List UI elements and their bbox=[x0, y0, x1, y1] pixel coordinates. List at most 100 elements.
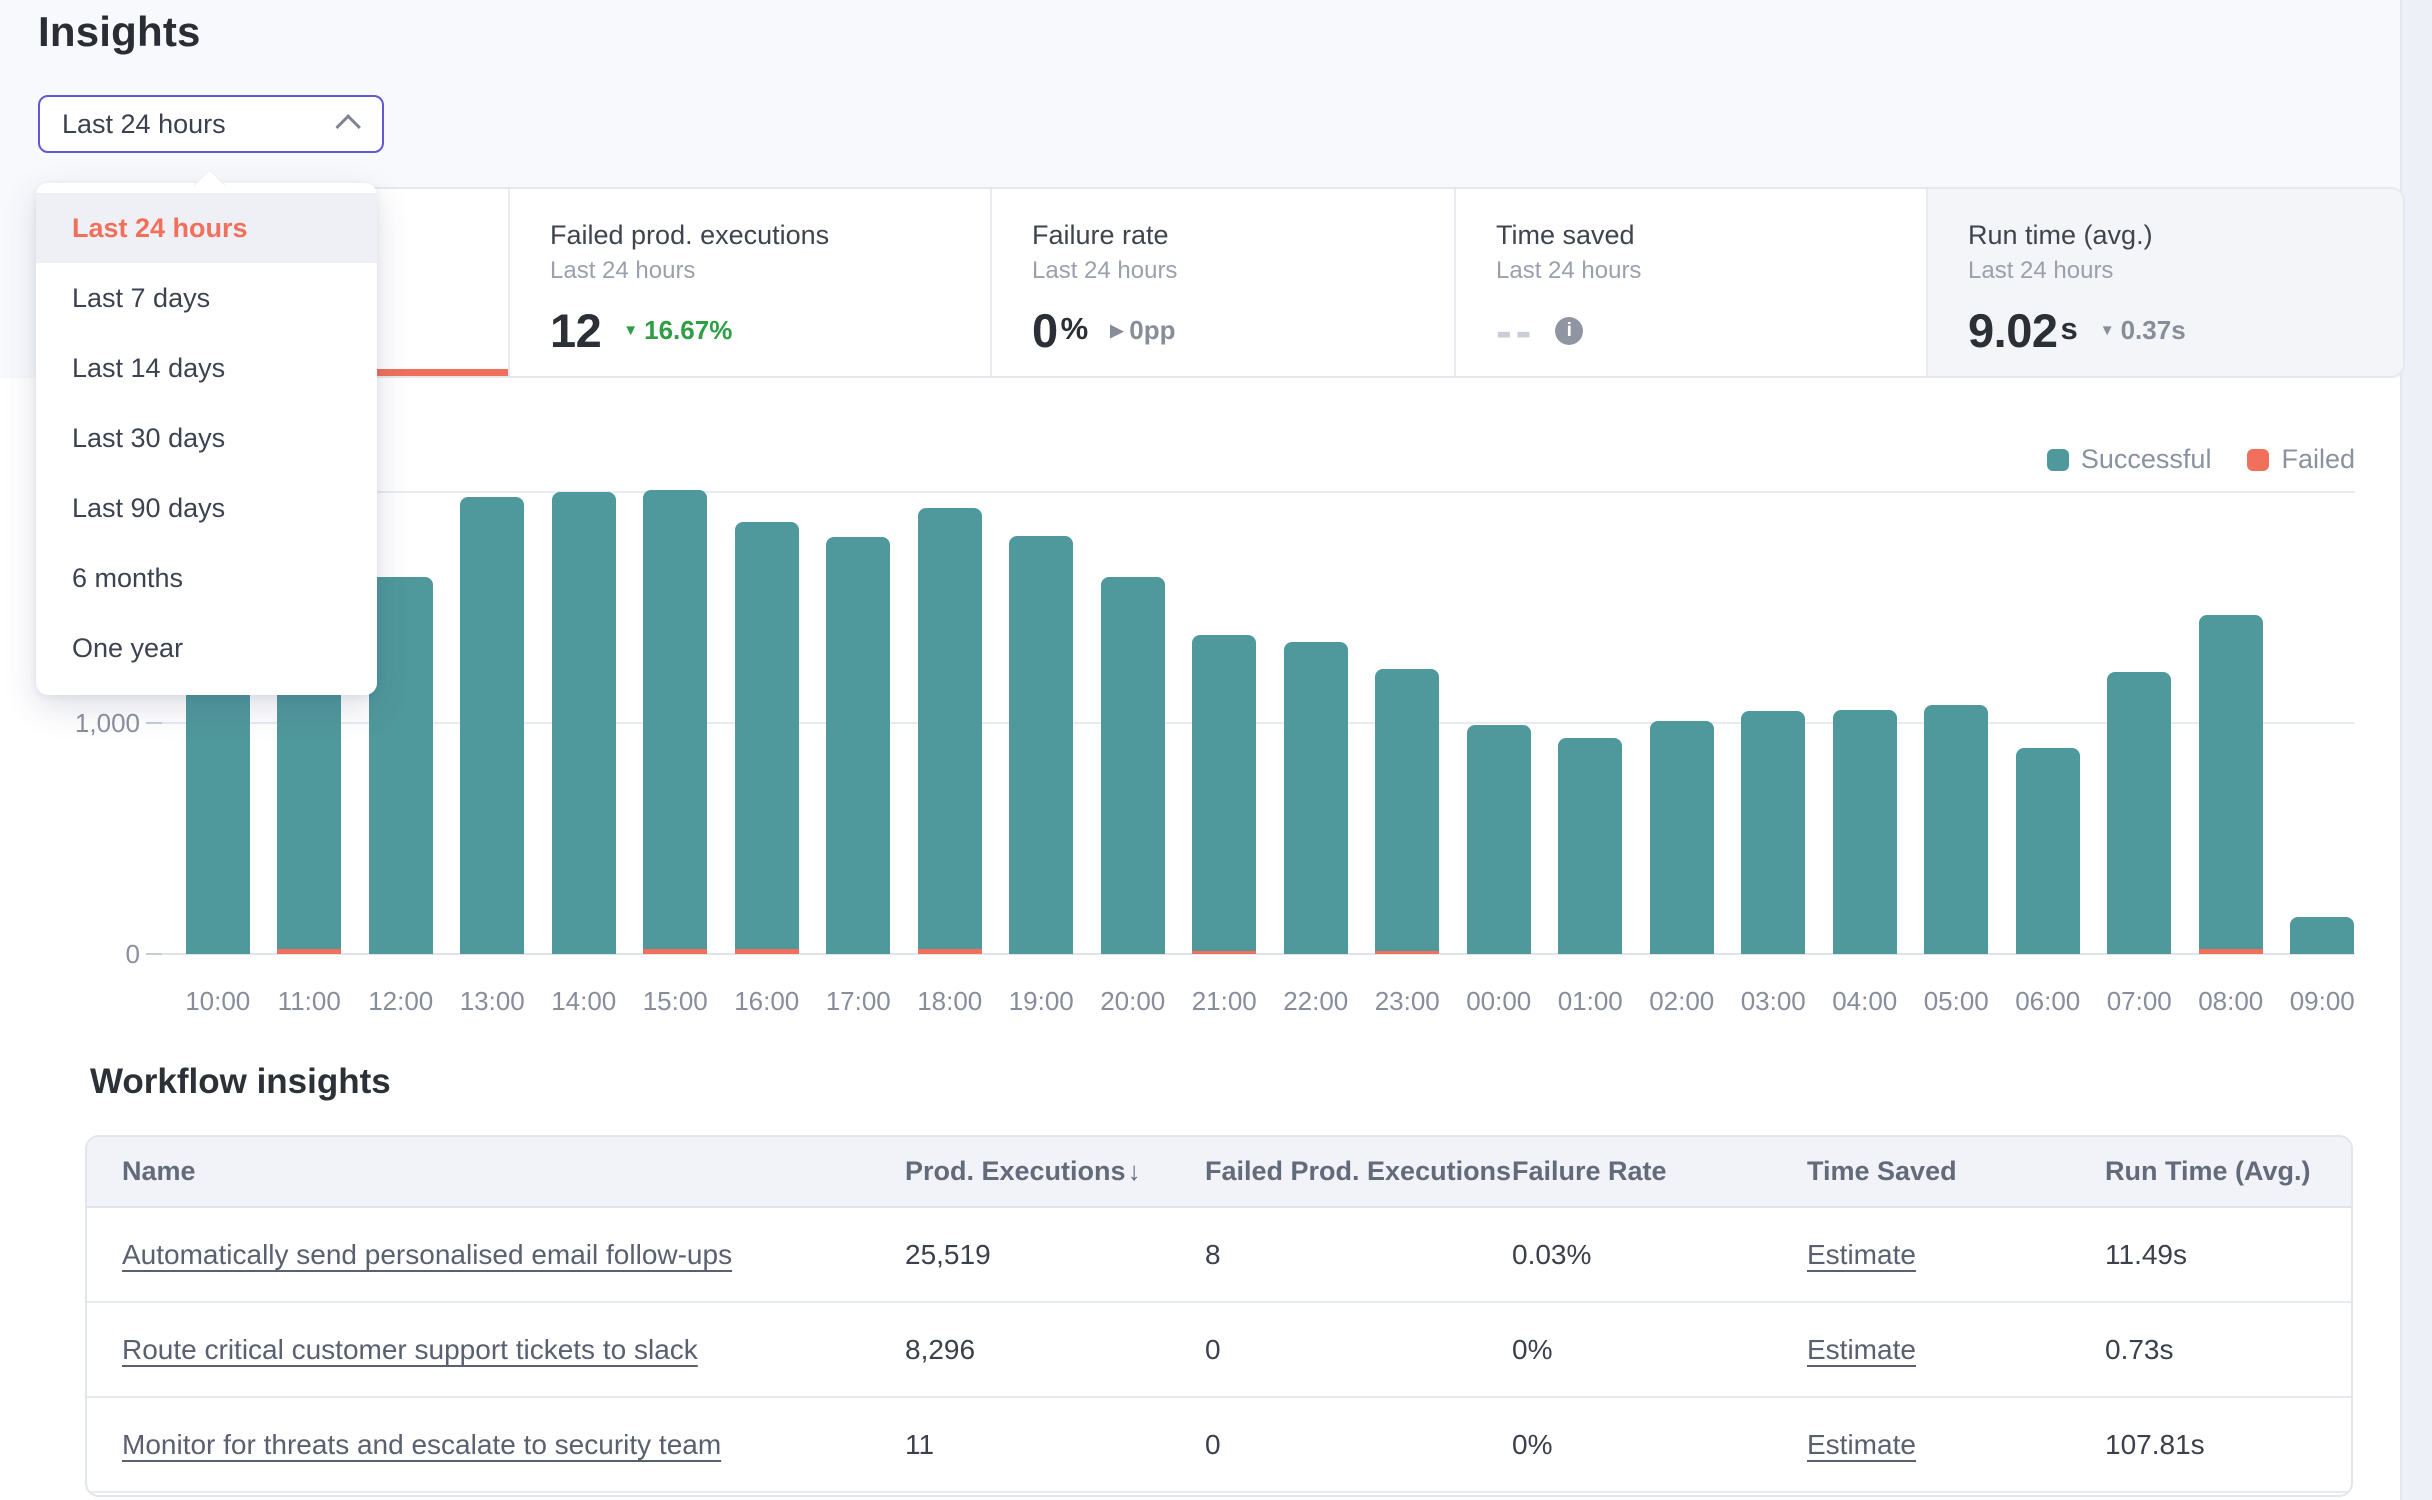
menu-item-6-months[interactable]: 6 months bbox=[36, 543, 377, 613]
legend-item-failed[interactable]: Failed bbox=[2247, 444, 2355, 475]
sort-arrow-down-icon: ↓ bbox=[1128, 1156, 1141, 1187]
bar-17:00 bbox=[826, 537, 890, 954]
stat-card-delta-value: 0.37s bbox=[2121, 315, 2186, 346]
col-header-failed-prod-executions[interactable]: Failed Prod. Executions bbox=[1205, 1156, 1512, 1187]
bar-14:00 bbox=[552, 492, 616, 954]
col-header-time-saved[interactable]: Time Saved bbox=[1807, 1156, 2105, 1187]
legend-label: Successful bbox=[2081, 444, 2212, 475]
triangle-down-icon: ▼ bbox=[623, 323, 638, 338]
stat-card-value-row: 0%▶0pp bbox=[1032, 303, 1454, 358]
bar-03:00 bbox=[1741, 711, 1805, 954]
workflow-link[interactable]: Automatically send personalised email fo… bbox=[122, 1239, 732, 1270]
info-icon[interactable]: i bbox=[1555, 317, 1583, 345]
stat-card-failure-rate[interactable]: Failure rateLast 24 hours0%▶0pp bbox=[992, 189, 1456, 376]
failure-rate-cell: 0.03% bbox=[1512, 1239, 1807, 1271]
stat-card-failed-prod-executions[interactable]: Failed prod. executionsLast 24 hours12▼1… bbox=[510, 189, 992, 376]
col-header-label: Prod. Executions bbox=[905, 1156, 1126, 1187]
stat-card-value-row: 12 ▼ 16.67% bbox=[550, 303, 990, 358]
run-time-cell: 11.49s bbox=[2105, 1239, 2351, 1271]
stat-card-delta-value: 16.67% bbox=[644, 315, 732, 346]
legend-item-successful[interactable]: Successful bbox=[2047, 444, 2212, 475]
stat-card-period: Last 24 hours bbox=[1496, 255, 1926, 287]
bar-successful-segment bbox=[460, 497, 524, 954]
bar-00:00 bbox=[1467, 725, 1531, 954]
time-range-select-label: Last 24 hours bbox=[62, 109, 226, 140]
stat-card-value: 12 bbox=[550, 303, 601, 358]
triangle-down-icon: ▼ bbox=[2100, 323, 2115, 338]
estimate-link[interactable]: Estimate bbox=[1807, 1429, 1916, 1460]
menu-item-last-90-days[interactable]: Last 90 days bbox=[36, 473, 377, 543]
time-saved-cell: Estimate bbox=[1807, 1334, 2105, 1366]
failed-prod-executions-cell: 0 bbox=[1205, 1334, 1512, 1366]
triangle-right-icon: ▶ bbox=[1110, 322, 1123, 339]
bar-18:00 bbox=[918, 508, 982, 954]
failed-prod-executions-cell: 0 bbox=[1205, 1429, 1512, 1461]
table-row: Automatically send personalised email fo… bbox=[87, 1208, 2351, 1303]
stat-card-value-row: --i bbox=[1496, 303, 1926, 358]
bar-successful-segment bbox=[552, 492, 616, 954]
col-header-label: Name bbox=[122, 1156, 196, 1187]
failure-rate-cell: 0% bbox=[1512, 1334, 1807, 1366]
col-header-label: Time Saved bbox=[1807, 1156, 1957, 1187]
stat-card-delta-value: 0pp bbox=[1129, 315, 1175, 346]
menu-item-last-24-hours[interactable]: Last 24 hours bbox=[36, 193, 377, 263]
bar-failed-segment bbox=[735, 949, 799, 954]
col-header-failure-rate[interactable]: Failure Rate bbox=[1512, 1156, 1807, 1187]
stat-card-time-saved[interactable]: Time savedLast 24 hours--i bbox=[1456, 189, 1928, 376]
bar-successful-segment bbox=[1833, 710, 1897, 954]
bar-04:00 bbox=[1833, 710, 1897, 954]
bar-successful-segment bbox=[2199, 615, 2263, 949]
menu-item-last-7-days[interactable]: Last 7 days bbox=[36, 263, 377, 333]
stat-card-run-time-avg[interactable]: Run time (avg.)Last 24 hours9.02s▼0.37s bbox=[1928, 189, 2403, 376]
table-row: Route critical customer support tickets … bbox=[87, 1303, 2351, 1398]
bar-02:00 bbox=[1650, 721, 1714, 954]
estimate-link[interactable]: Estimate bbox=[1807, 1239, 1916, 1270]
chevron-up-icon bbox=[335, 114, 360, 139]
bar-successful-segment bbox=[369, 577, 433, 954]
y-axis-label: 0 bbox=[40, 938, 140, 970]
col-header-name[interactable]: Name bbox=[122, 1156, 905, 1187]
bar-20:00 bbox=[1101, 577, 1165, 954]
menu-item-one-year[interactable]: One year bbox=[36, 613, 377, 683]
col-header-prod-executions[interactable]: Prod. Executions↓ bbox=[905, 1156, 1205, 1187]
workflow-insights-title: Workflow insights bbox=[90, 1062, 391, 1102]
bar-19:00 bbox=[1009, 536, 1073, 954]
time-range-select[interactable]: Last 24 hours bbox=[38, 95, 384, 153]
stat-card-value: 0 bbox=[1032, 303, 1058, 358]
bar-failed-segment bbox=[277, 949, 341, 954]
stats-row: Failed prod. executionsLast 24 hours12▼1… bbox=[70, 187, 2405, 378]
y-axis-tick bbox=[146, 953, 162, 955]
col-header-label: Failure Rate bbox=[1512, 1156, 1667, 1187]
bar-successful-segment bbox=[1009, 536, 1073, 954]
bar-12:00 bbox=[369, 577, 433, 954]
bar-successful-segment bbox=[1741, 711, 1805, 954]
workflow-link[interactable]: Route critical customer support tickets … bbox=[122, 1334, 698, 1365]
bar-failed-segment bbox=[1375, 951, 1439, 954]
page-title: Insights bbox=[38, 8, 201, 56]
bar-failed-segment bbox=[1192, 951, 1256, 954]
bar-08:00 bbox=[2199, 615, 2263, 954]
col-header-label: Failed Prod. Executions bbox=[1205, 1156, 1511, 1187]
menu-item-last-14-days[interactable]: Last 14 days bbox=[36, 333, 377, 403]
estimate-link[interactable]: Estimate bbox=[1807, 1334, 1916, 1365]
bar-failed-segment bbox=[918, 949, 982, 954]
bar-13:00 bbox=[460, 497, 524, 954]
col-header-run-time-avg-[interactable]: Run Time (Avg.) bbox=[2105, 1156, 2351, 1187]
prod-executions-cell: 25,519 bbox=[905, 1239, 1205, 1271]
bar-successful-segment bbox=[735, 522, 799, 949]
stat-card-title: Run time (avg.) bbox=[1968, 217, 2403, 253]
chart-legend: Successful Failed bbox=[2047, 444, 2355, 475]
menu-item-last-30-days[interactable]: Last 30 days bbox=[36, 403, 377, 473]
failure-rate-cell: 0% bbox=[1512, 1429, 1807, 1461]
bar-successful-segment bbox=[1650, 721, 1714, 954]
run-time-cell: 0.73s bbox=[2105, 1334, 2351, 1366]
stat-card-unit: s bbox=[2060, 311, 2077, 347]
bar-06:00 bbox=[2016, 748, 2080, 954]
legend-swatch-icon bbox=[2047, 449, 2069, 471]
workflow-link[interactable]: Monitor for threats and escalate to secu… bbox=[122, 1429, 721, 1460]
bar-07:00 bbox=[2107, 672, 2171, 954]
stat-card-period: Last 24 hours bbox=[550, 255, 990, 287]
table-row: Monitor for threats and escalate to secu… bbox=[87, 1398, 2351, 1493]
bar-22:00 bbox=[1284, 642, 1348, 954]
name-cell: Monitor for threats and escalate to secu… bbox=[122, 1429, 905, 1461]
